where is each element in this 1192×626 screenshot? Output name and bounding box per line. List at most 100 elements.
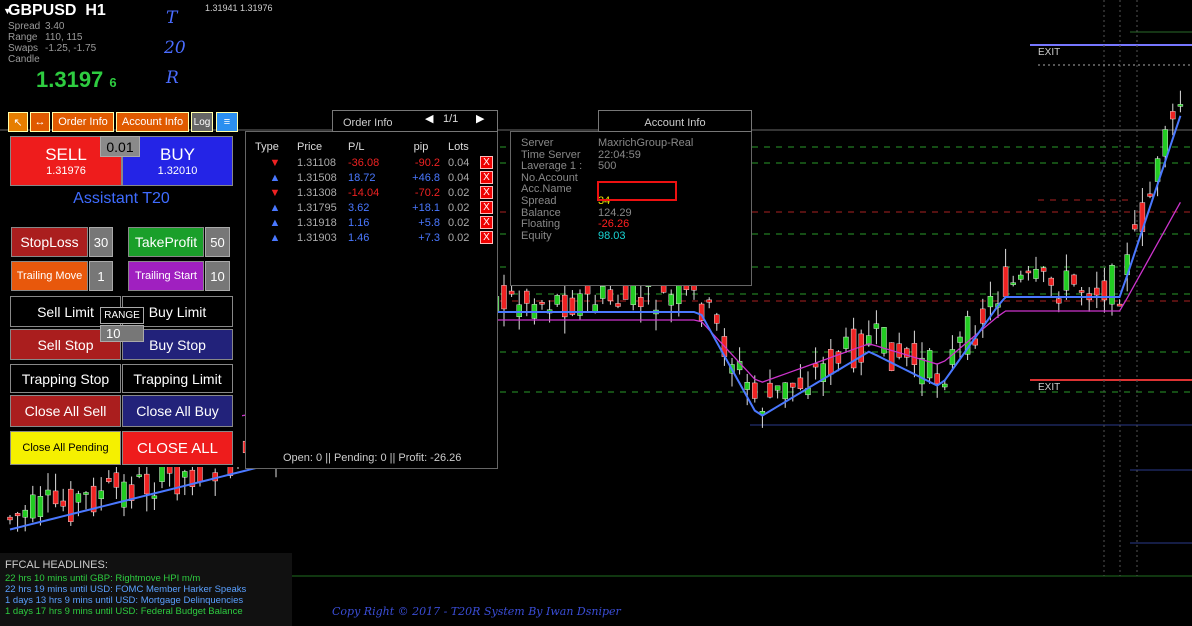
- buy-label: BUY: [160, 145, 195, 164]
- candle-body: [949, 349, 956, 365]
- candle-row: Candle: [8, 54, 40, 65]
- order-pip: +5.8: [418, 216, 440, 229]
- expand-icon[interactable]: ↔: [30, 112, 50, 132]
- order-lots: 0.04: [448, 171, 470, 184]
- close-order-icon[interactable]: X: [480, 231, 493, 244]
- swaps-row: Swaps -1.25, -1.75: [8, 43, 97, 54]
- order-row: ▼ 1.31308 -14.04 -70.2 0.02 X: [253, 185, 498, 200]
- close-order-icon[interactable]: X: [480, 216, 493, 229]
- trapping-stop-button[interactable]: Trapping Stop: [10, 364, 121, 393]
- sell-arrow-icon: ▼: [269, 186, 281, 199]
- order-lots: 0.02: [448, 216, 470, 229]
- buy-arrow-icon: ▲: [269, 216, 281, 229]
- takeprofit-input[interactable]: 50: [205, 227, 230, 257]
- order-price: 1.31795: [297, 201, 337, 214]
- candle-body: [1056, 298, 1062, 304]
- close-order-icon[interactable]: X: [480, 201, 493, 214]
- close-all-button[interactable]: CLOSE ALL: [122, 431, 233, 465]
- candle-body: [37, 496, 44, 517]
- account-info-button[interactable]: Account Info: [116, 112, 189, 132]
- candle-body: [1162, 129, 1168, 157]
- buy-arrow-icon: ▲: [269, 201, 281, 214]
- trailing-start-input[interactable]: 10: [205, 261, 230, 291]
- account-key: Floating: [521, 218, 561, 231]
- trailing-move-button[interactable]: Trailing Move: [11, 261, 88, 291]
- candle-body: [957, 336, 963, 343]
- account-key: Spread: [521, 194, 557, 207]
- prev-page-icon[interactable]: ◀: [425, 112, 433, 125]
- candle-body: [22, 509, 28, 518]
- candle-body: [83, 492, 89, 495]
- close-order-icon[interactable]: X: [480, 186, 493, 199]
- candle-body: [752, 382, 758, 399]
- trailing-start-button[interactable]: Trailing Start: [128, 261, 204, 291]
- order-price: 1.31903: [297, 231, 337, 244]
- candle-body: [774, 385, 781, 391]
- candle-body: [151, 495, 158, 499]
- log-button[interactable]: Log: [191, 112, 213, 132]
- candle-body: [524, 290, 530, 304]
- order-pl: 1.46: [348, 231, 370, 244]
- close-all-sell-button[interactable]: Close All Sell: [10, 395, 121, 427]
- order-pip: +18.1: [412, 201, 440, 214]
- candle-body: [744, 382, 750, 390]
- order-pip: +7.3: [418, 231, 440, 244]
- account-info-title: Account Info: [598, 110, 752, 132]
- range-input[interactable]: 10: [100, 325, 144, 342]
- candle-body: [888, 342, 895, 371]
- range-row: Range 110, 115: [8, 32, 83, 43]
- trapping-limit-button[interactable]: Trapping Limit: [122, 364, 233, 393]
- lot-size-input[interactable]: 0.01: [100, 136, 140, 157]
- order-row: ▲ 1.31903 1.46 +7.3 0.02 X: [253, 230, 498, 245]
- close-order-icon[interactable]: X: [480, 171, 493, 184]
- stoploss-button[interactable]: StopLoss: [11, 227, 88, 257]
- candle-body: [98, 490, 104, 500]
- candle-body: [144, 473, 150, 495]
- candle-body: [121, 481, 127, 508]
- headline-item: 22 hrs 10 mins until GBP: Rightmove HPI …: [5, 573, 201, 584]
- order-info-title: Order Info: [343, 117, 393, 129]
- menu-icon[interactable]: ≡: [216, 112, 238, 132]
- side-label-r: R: [166, 68, 179, 88]
- spread-row: Spread 3.40: [8, 21, 65, 32]
- close-all-buy-button[interactable]: Close All Buy: [122, 395, 233, 427]
- range-label: RANGE: [100, 307, 144, 324]
- sell-arrow-icon: ▼: [269, 156, 281, 169]
- candle-body: [797, 377, 804, 389]
- candle-body: [106, 478, 112, 482]
- orders-table: Type Price P/L pip Lots ▼ 1.31108 -36.08 -9…: [253, 138, 498, 245]
- order-pip: +46.8: [412, 171, 440, 184]
- account-key: Equity: [521, 229, 552, 242]
- sell-price: 1.31976: [46, 165, 86, 177]
- candle-body: [828, 349, 834, 375]
- candle-body: [668, 294, 674, 306]
- next-page-icon[interactable]: ▶: [476, 112, 484, 125]
- trailing-move-input[interactable]: 1: [89, 261, 113, 291]
- arrow-up-left-icon[interactable]: ↖: [8, 112, 28, 132]
- candle-body: [1132, 224, 1138, 230]
- close-all-pending-button[interactable]: Close All Pending: [10, 431, 121, 465]
- order-pl: -14.04: [348, 186, 380, 199]
- candle-body: [1025, 270, 1032, 274]
- candle-body: [706, 299, 712, 303]
- stoploss-input[interactable]: 30: [89, 227, 113, 257]
- candle-body: [1177, 104, 1184, 107]
- candle-body: [714, 314, 720, 324]
- order-pl: 3.62: [348, 201, 370, 214]
- col-lots: Lots: [448, 140, 469, 153]
- account-row: Equity 98.03: [521, 229, 693, 243]
- order-info-button[interactable]: Order Info: [52, 112, 114, 132]
- order-price: 1.31308: [297, 186, 337, 199]
- candle-body: [911, 343, 918, 365]
- candle-body: [896, 343, 902, 358]
- top-quote: 1.31941 1.31976: [205, 3, 273, 13]
- account-value: 22:04:59: [598, 148, 641, 161]
- close-order-icon[interactable]: X: [480, 156, 493, 169]
- order-pip: -70.2: [414, 186, 440, 199]
- candle-body: [615, 303, 621, 307]
- candle-body: [1071, 274, 1077, 285]
- candle-body: [113, 472, 120, 488]
- takeprofit-button[interactable]: TakeProfit: [128, 227, 204, 257]
- candle-body: [501, 285, 507, 310]
- headline-item: 1 days 13 hrs 9 mins until USD: Mortgage…: [5, 595, 244, 606]
